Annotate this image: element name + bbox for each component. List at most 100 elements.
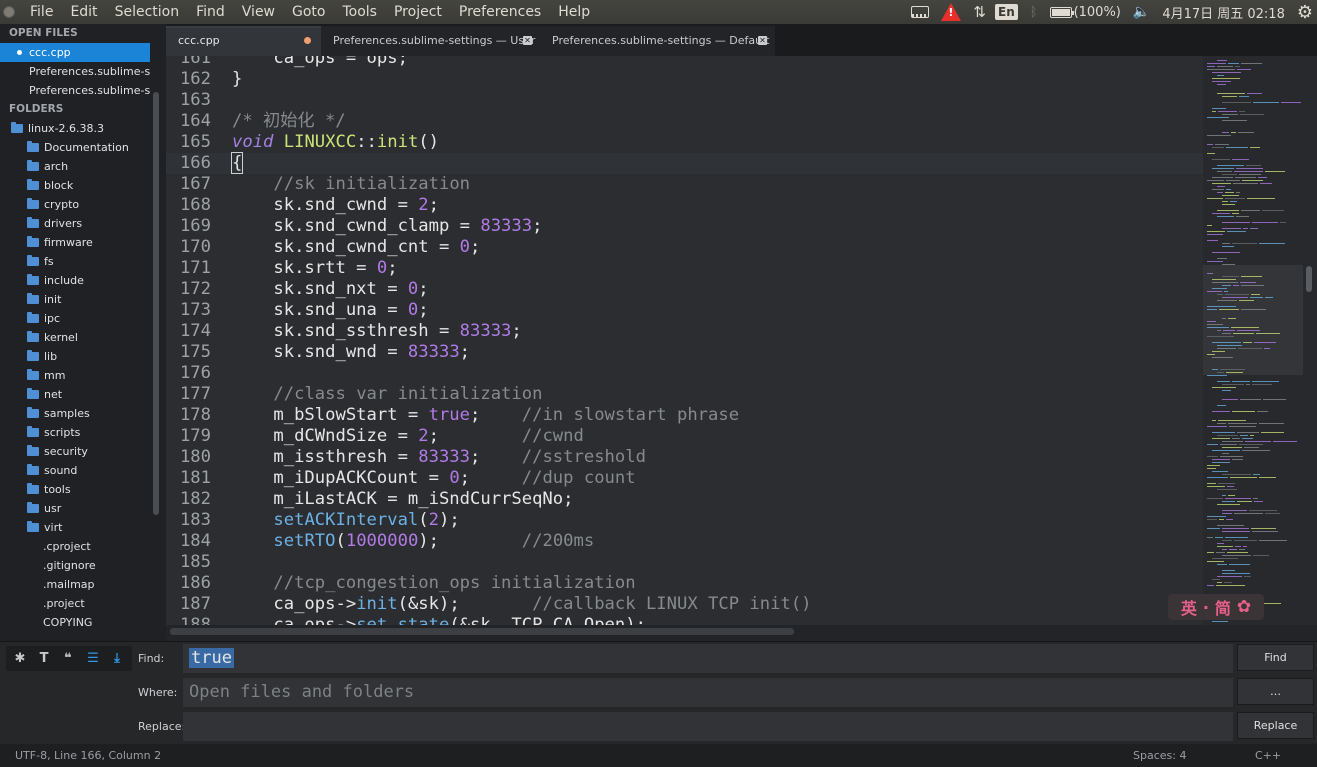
code-line[interactable]: 170 sk.snd_cwnd_cnt = 0; <box>166 237 1203 258</box>
menu-edit[interactable]: Edit <box>61 0 105 24</box>
code-line[interactable]: 180 m_issthresh = 83333; //sstreshold <box>166 447 1203 468</box>
tab-ccc-cpp[interactable]: ccc.cpp <box>166 26 321 56</box>
code-line[interactable]: 168 sk.snd_cwnd = 2; <box>166 195 1203 216</box>
file-item[interactable]: .project <box>0 594 166 613</box>
ime-gear-icon[interactable]: ✿ <box>1237 597 1251 617</box>
open-file-preferences-default[interactable]: Preferences.sublime-settings <box>0 81 150 100</box>
code-line[interactable]: 187 ca_ops->init(&sk); //callback LINUX … <box>166 594 1203 615</box>
sidebar-scrollbar[interactable] <box>153 92 159 515</box>
code-line[interactable]: 169 sk.snd_cwnd_clamp = 83333; <box>166 216 1203 237</box>
file-item[interactable]: .mailmap <box>0 575 166 594</box>
regex-toggle-icon[interactable]: ✱ <box>10 649 30 668</box>
minimap[interactable] <box>1203 56 1317 625</box>
menu-find[interactable]: Find <box>187 0 233 24</box>
folder-item[interactable]: tools <box>0 480 166 499</box>
folder-item[interactable]: security <box>0 442 166 461</box>
menu-selection[interactable]: Selection <box>106 0 188 24</box>
bluetooth-icon[interactable]: ᛒ <box>1030 5 1038 20</box>
folder-item[interactable]: Documentation <box>0 138 166 157</box>
code-line[interactable]: 162} <box>166 69 1203 90</box>
folder-item[interactable]: net <box>0 385 166 404</box>
folder-item[interactable]: include <box>0 271 166 290</box>
where-browse-button[interactable]: … <box>1237 678 1314 705</box>
menu-file[interactable]: File <box>21 0 61 24</box>
folder-item[interactable]: ipc <box>0 309 166 328</box>
tab-close-icon[interactable]: ✕ <box>523 36 532 45</box>
folder-item[interactable]: fs <box>0 252 166 271</box>
folder-item[interactable]: arch <box>0 157 166 176</box>
code-line[interactable]: 185 <box>166 552 1203 573</box>
battery-indicator[interactable]: (100%) <box>1049 5 1121 20</box>
file-item[interactable]: COPYING <box>0 613 166 632</box>
warning-icon[interactable] <box>941 3 962 21</box>
folder-item[interactable]: mm <box>0 366 166 385</box>
folder-item[interactable]: crypto <box>0 195 166 214</box>
code-line[interactable]: 172 sk.snd_nxt = 0; <box>166 279 1203 300</box>
code-line[interactable]: 188 ca_ops->set_state(&sk, TCP_CA_Open); <box>166 615 1203 625</box>
status-indentation[interactable]: Spaces: 4 <box>1133 744 1186 767</box>
code-editor[interactable]: 161 ca_ops = ops; 162} 163 164/* 初始化 */165 v… <box>166 56 1203 625</box>
find-input[interactable]: true <box>183 644 1233 673</box>
code-line[interactable]: 183 setACKInterval(2); <box>166 510 1203 531</box>
menu-preferences[interactable]: Preferences <box>450 0 549 24</box>
horizontal-scrollbar[interactable] <box>170 628 794 635</box>
code-line[interactable]: 167 //sk initialization <box>166 174 1203 195</box>
volume-icon[interactable]: 🔈 <box>1133 4 1150 20</box>
folder-item[interactable]: virt <box>0 518 166 537</box>
folder-item[interactable]: init <box>0 290 166 309</box>
where-input[interactable]: Open files and folders <box>183 678 1233 707</box>
find-button[interactable]: Find <box>1237 644 1314 671</box>
code-line[interactable]: 174 sk.snd_ssthresh = 83333; <box>166 321 1203 342</box>
folder-item[interactable]: kernel <box>0 328 166 347</box>
code-line[interactable]: 184 setRTO(1000000); //200ms <box>166 531 1203 552</box>
folder-item[interactable]: usr <box>0 499 166 518</box>
tab-close-icon[interactable]: ✕ <box>758 36 767 45</box>
menu-view[interactable]: View <box>233 0 283 24</box>
code-line[interactable]: 176 <box>166 363 1203 384</box>
use-buffer-toggle-icon[interactable]: ⤓ <box>107 649 127 668</box>
folder-item[interactable]: samples <box>0 404 166 423</box>
input-method-badge[interactable]: En <box>995 4 1018 20</box>
session-gear-icon[interactable]: ⚙ <box>1297 2 1313 23</box>
code-line[interactable]: 165 void LINUXCC::init() <box>166 132 1203 153</box>
replace-input[interactable] <box>183 712 1233 741</box>
open-file-ccc-cpp[interactable]: ccc.cpp <box>0 43 150 62</box>
folder-item[interactable]: block <box>0 176 166 195</box>
code-line[interactable]: 181 m_iDupACKCount = 0; //dup count <box>166 468 1203 489</box>
file-item[interactable]: .gitignore <box>0 556 166 575</box>
menu-tools[interactable]: Tools <box>333 0 385 24</box>
open-file-preferences-user[interactable]: Preferences.sublime-settings <box>0 62 150 81</box>
code-line[interactable]: 161 ca_ops = ops; <box>166 56 1203 69</box>
root-folder[interactable]: linux-2.6.38.3 <box>0 119 166 138</box>
modified-dot-icon[interactable] <box>304 37 311 44</box>
code-line[interactable]: 178 m_bSlowStart = true; //in slowstart … <box>166 405 1203 426</box>
folder-item[interactable]: drivers <box>0 214 166 233</box>
file-item[interactable]: .cproject <box>0 537 166 556</box>
code-line[interactable]: 163 <box>166 90 1203 111</box>
window-close-icon[interactable] <box>3 6 15 18</box>
code-line[interactable]: 166 { <box>166 152 1203 174</box>
code-line[interactable]: 186 //tcp_congestion_ops initialization <box>166 573 1203 594</box>
tab-preferences-user[interactable]: Preferences.sublime-settings — User ✕ <box>321 26 540 56</box>
keyboard-icon[interactable] <box>911 6 930 18</box>
menu-goto[interactable]: Goto <box>283 0 333 24</box>
menu-project[interactable]: Project <box>385 0 450 24</box>
folder-item[interactable]: sound <box>0 461 166 480</box>
code-line[interactable]: 164 /* 初始化 */ <box>166 111 1203 132</box>
case-sensitive-toggle-icon[interactable]: T <box>34 649 54 668</box>
folder-item[interactable]: lib <box>0 347 166 366</box>
menu-help[interactable]: Help <box>549 0 598 24</box>
show-context-toggle-icon[interactable]: ☰ <box>83 649 103 668</box>
code-line[interactable]: 171 sk.srtt = 0; <box>166 258 1203 279</box>
folder-item[interactable]: firmware <box>0 233 166 252</box>
editor-scrollbar[interactable] <box>1306 266 1312 292</box>
folder-item[interactable]: scripts <box>0 423 166 442</box>
whole-word-toggle-icon[interactable]: ❝ <box>58 649 78 668</box>
code-line[interactable]: 173 sk.snd_una = 0; <box>166 300 1203 321</box>
code-line[interactable]: 179 m_dCWndSize = 2; //cwnd <box>166 426 1203 447</box>
ime-status-badge[interactable]: 英 · 简 ✿ <box>1168 594 1264 620</box>
clock[interactable]: 4月17日 周五 02:18 <box>1162 3 1285 22</box>
code-line[interactable]: 177 //class var initialization <box>166 384 1203 405</box>
code-line[interactable]: 175 sk.snd_wnd = 83333; <box>166 342 1203 363</box>
tab-preferences-default[interactable]: Preferences.sublime-settings — Default ✕ <box>540 26 775 56</box>
